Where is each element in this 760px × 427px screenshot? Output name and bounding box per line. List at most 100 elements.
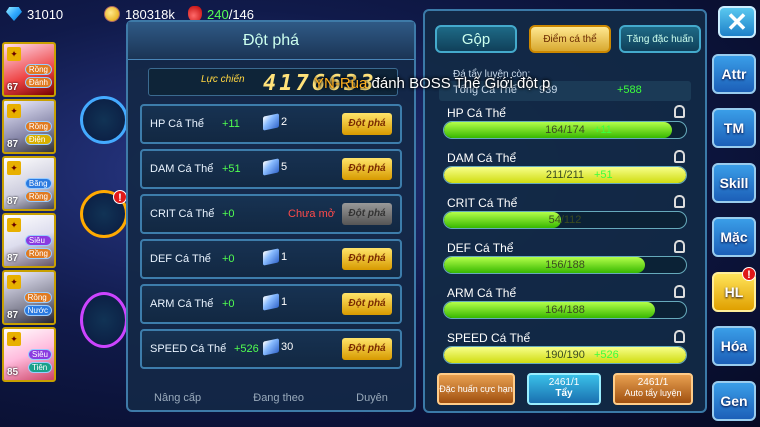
breakthrough-button[interactable]: Đột phá [342, 293, 392, 315]
stat-row-crit: CRIT Cá Thể +0 Chưa mở Đột phá [140, 194, 402, 234]
level-label: 87 [7, 139, 19, 150]
progress-text: 164/188 [545, 304, 585, 316]
panel-title: Đột phá [128, 22, 414, 60]
auto-wash-count: 2461/1 [637, 377, 669, 388]
close-button[interactable]: ✕ [718, 6, 756, 38]
side-tm[interactable]: TM [712, 108, 756, 148]
level-label: 67 [7, 82, 19, 93]
stat-name: DAM Cá Thể [150, 163, 214, 175]
progress-text: 156/188 [545, 259, 585, 271]
type-tag: Siêu [24, 235, 52, 246]
type-tag: Siêu [27, 349, 52, 360]
breakthrough-button[interactable]: Đột phá [342, 338, 392, 360]
type-tag: Rồng [24, 191, 52, 202]
lock-icon[interactable] [674, 330, 685, 343]
lock-icon[interactable] [674, 105, 685, 118]
tab-merge[interactable]: Gộp [435, 25, 517, 53]
side-skill[interactable]: Skill [712, 163, 756, 203]
side-gen[interactable]: Gen [712, 381, 756, 421]
scroll-icon [263, 113, 279, 131]
stat-value: +0 [222, 208, 235, 220]
type-tag: Băng [24, 178, 52, 189]
progress-bar: 164/174 +11 [443, 121, 687, 139]
gold-coin-icon [104, 6, 120, 22]
stat-value: +0 [222, 253, 235, 265]
stat-row-def: DEF Cá Thể +0 1 Đột phá [140, 239, 402, 279]
tab-individual-points[interactable]: Điểm cá thể [529, 25, 611, 53]
stat-row-speed: SPEED Cá Thể +526 30 Đột phá [140, 329, 402, 369]
stat-value: +11 [222, 118, 240, 130]
stat-name: CRIT Cá Thể [150, 208, 215, 220]
world-boss-notice: YN-Rùa đánh BOSS Thế Giới đột p [314, 75, 550, 92]
type-icon: ✦ [7, 104, 21, 118]
breakthrough-button[interactable]: Đột phá [342, 203, 392, 225]
party-slot[interactable]: ✦ Rồng Điện 87 [2, 99, 56, 154]
tab-upgrade[interactable]: Nâng cấp [154, 392, 201, 404]
party-slot[interactable]: ✦ Siêu Rồng 87 [2, 213, 56, 268]
progress-bar: 190/190 +526 [443, 346, 687, 364]
type-tag: Rồng [24, 121, 52, 132]
stat-bar-speed: SPEED Cá Thể 190/190 +526 [439, 330, 691, 371]
stat-bar-hp: HP Cá Thể 164/174 +11 [439, 105, 691, 146]
stat-name: DAM Cá Thể [447, 151, 517, 165]
type-tag: Rồng [24, 248, 52, 259]
party-slot[interactable]: ✦ Rồng Đánh 67 [2, 42, 56, 97]
side-attr[interactable]: Attr [712, 54, 756, 94]
lock-icon[interactable] [674, 240, 685, 253]
gem-icon [6, 7, 22, 21]
level-label: 87 [7, 310, 19, 321]
cost-value: 30 [281, 341, 294, 353]
total-bonus: +588 [617, 84, 642, 96]
stat-row-hp: HP Cá Thể +11 2 Đột phá [140, 104, 402, 144]
lock-icon[interactable] [674, 150, 685, 163]
progress-bar: 164/188 [443, 301, 687, 319]
emblem-icon[interactable] [80, 292, 128, 348]
lock-icon[interactable] [674, 285, 685, 298]
lock-icon[interactable] [674, 195, 685, 208]
bonus-value: +51 [594, 169, 613, 181]
breakthrough-button[interactable]: Đột phá [342, 158, 392, 180]
stat-bar-dam: DAM Cá Thể 211/211 +51 [439, 150, 691, 191]
type-icon: ✦ [7, 332, 21, 346]
stat-name: DEF Cá Thể [447, 241, 514, 255]
party-slot[interactable]: ✦ Rồng Nước 87 [2, 270, 56, 325]
stat-name: DEF Cá Thể [150, 253, 211, 265]
tab-special-training[interactable]: Tăng đặc huấn [619, 25, 701, 53]
stat-name: HP Cá Thể [447, 106, 506, 120]
breakthrough-button[interactable]: Đột phá [342, 248, 392, 270]
stat-name: ARM Cá Thể [447, 286, 517, 300]
tab-following[interactable]: Đang theo [253, 392, 304, 404]
tab-affinity[interactable]: Duyên [356, 392, 388, 404]
progress-text: 190/190 [545, 349, 585, 361]
cost-value: 2 [281, 116, 288, 128]
wash-count: 2461/1 [548, 377, 580, 388]
notice-text: đánh BOSS Thế Giới đột p [367, 75, 551, 92]
progress-text: 54/112 [548, 214, 582, 226]
party-slot[interactable]: ✦ Băng Rồng 87 [2, 156, 56, 211]
stat-value: +51 [222, 163, 241, 175]
level-label: 85 [7, 367, 19, 378]
breakthrough-button[interactable]: Đột phá [342, 113, 392, 135]
side-wear[interactable]: Mặc [712, 217, 756, 257]
type-tag: Nước [23, 305, 52, 316]
extreme-training-button[interactable]: Đặc huấn cực hạn [437, 373, 515, 405]
progress-bar: 211/211 +51 [443, 166, 687, 184]
pokeball-icon[interactable] [80, 96, 128, 144]
stat-name: SPEED Cá Thể [447, 331, 531, 345]
wash-button[interactable]: 2461/1 Tẩy [527, 373, 601, 405]
cost-value: 1 [281, 296, 288, 308]
side-transform[interactable]: Hóa [712, 326, 756, 366]
type-icon: ✦ [7, 47, 21, 61]
cost-value: 1 [281, 251, 288, 263]
progress-bar: 156/188 [443, 256, 687, 274]
type-tag: Rồng [24, 64, 52, 75]
alert-badge: ! [113, 190, 127, 204]
party-slot[interactable]: ✦ Siêu Tiên 85 [2, 327, 56, 382]
stat-row-dam: DAM Cá Thể +51 5 Đột phá [140, 149, 402, 189]
bonus-value: +11 [594, 124, 612, 136]
scroll-icon [263, 248, 279, 266]
type-tag: Rồng [23, 292, 52, 303]
type-tag: Tiên [27, 362, 52, 373]
power-label: Lực chiến [201, 74, 245, 85]
auto-wash-button[interactable]: 2461/1 Auto tẩy luyện [613, 373, 693, 405]
